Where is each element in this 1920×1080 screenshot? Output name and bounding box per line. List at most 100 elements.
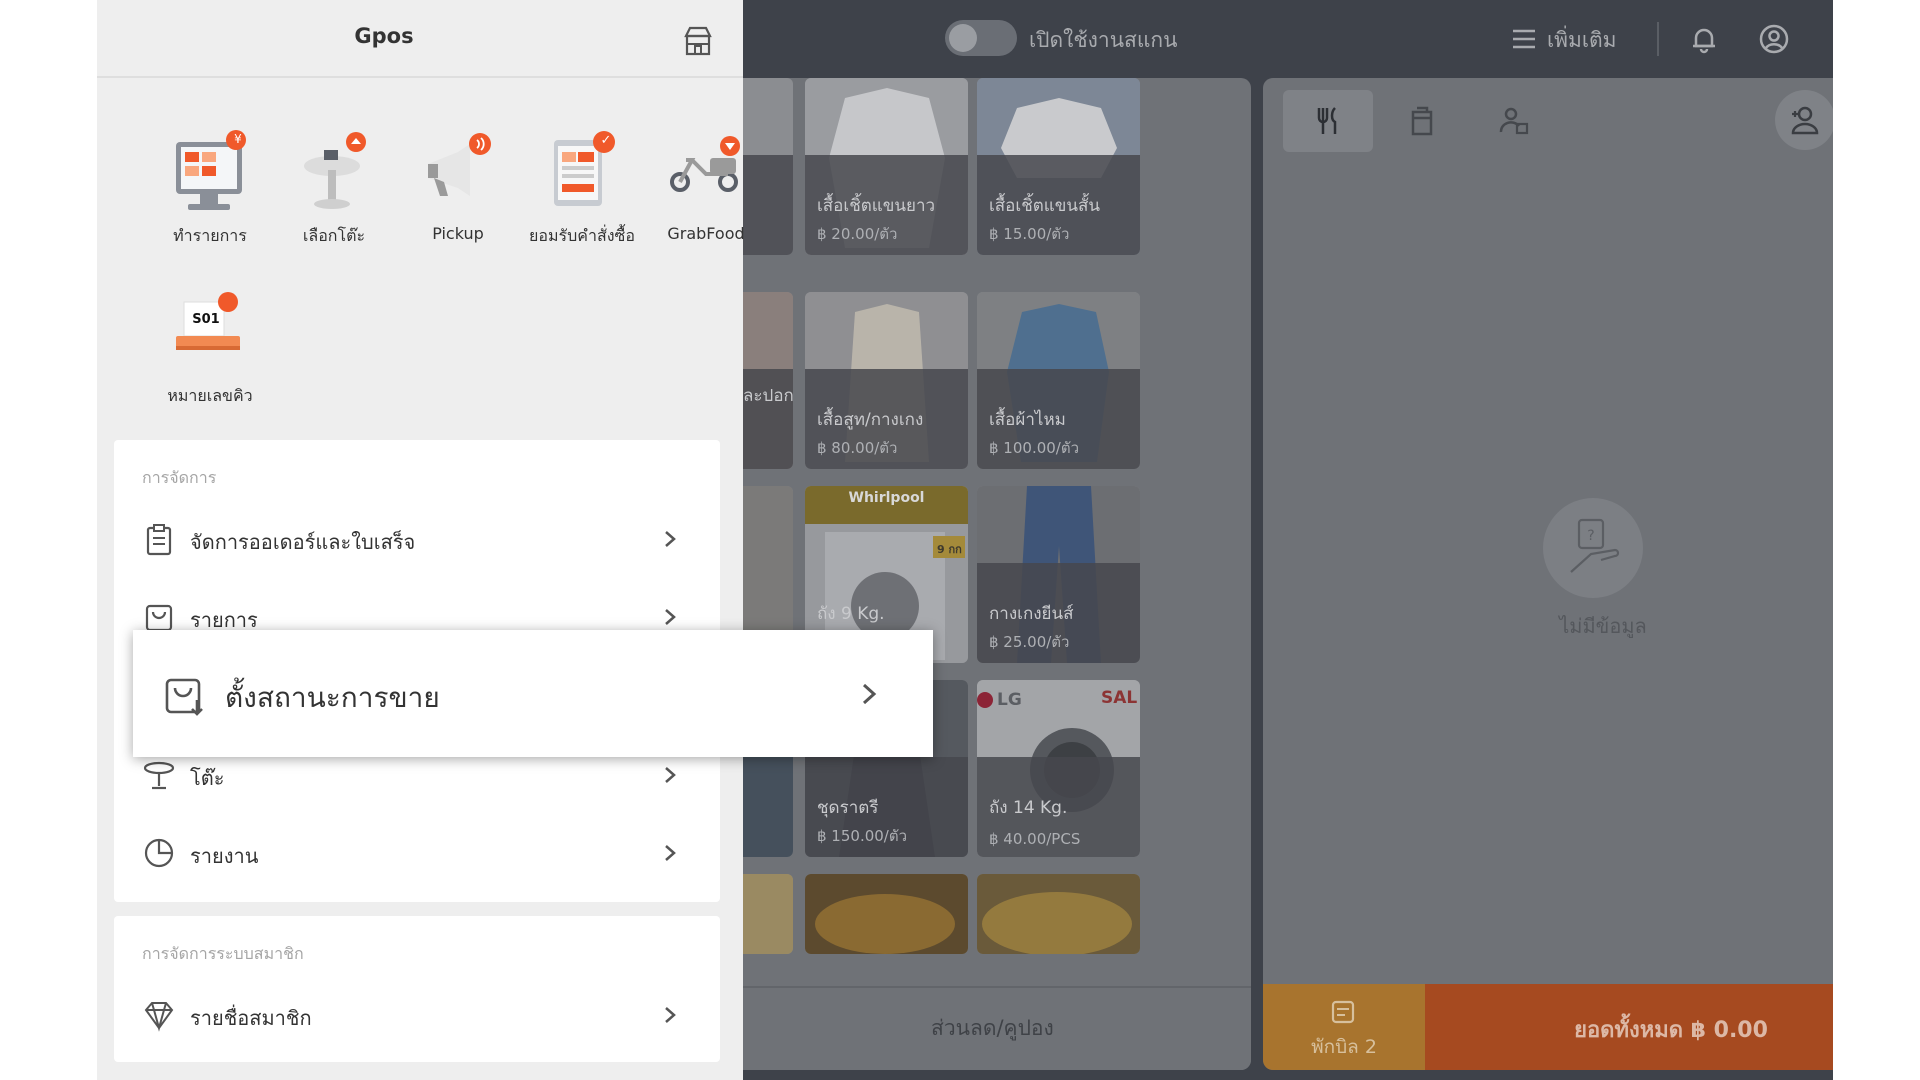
total-label: ยอดทั้งหมด ฿ 0.00 <box>1574 1018 1768 1043</box>
drawer-title: Gpos <box>354 24 414 48</box>
menu-item-label: ตั้งสถานะการขาย <box>225 681 440 714</box>
product-card[interactable] <box>743 874 793 954</box>
tab-dine-in[interactable] <box>1283 90 1373 152</box>
app-make-order[interactable]: ¥ ทำรายการ <box>148 130 272 260</box>
account-icon[interactable] <box>1757 22 1791 56</box>
product-price: ฿ 80.00/ตัว <box>817 439 898 457</box>
product-card[interactable]: LG SAL ถัง 14 Kg. ฿ 40.00/PCS <box>977 680 1140 857</box>
product-catalog: เสื้อเชิ้ตแขนยาว ฿ 20.00/ตัว เสื้อเชิ้ตแ… <box>743 78 1251 1070</box>
queue-ticket-icon <box>176 292 240 350</box>
app-pickup[interactable]: Pickup <box>396 130 520 260</box>
drawer-header: Gpos <box>97 0 743 78</box>
app-badge: ✓ <box>600 133 612 148</box>
app-label: เลือกโต๊ะ <box>302 226 366 245</box>
food-image <box>743 874 793 954</box>
app-accept-orders[interactable]: ✓ ยอมรับคำสั่งซื้อ <box>520 130 644 260</box>
chevron-right-icon <box>665 609 676 625</box>
shop-icon[interactable] <box>681 24 715 58</box>
section-title: การจัดการ <box>142 468 217 487</box>
product-price: ฿ 150.00/ตัว <box>817 827 908 845</box>
bell-icon[interactable] <box>1687 22 1721 56</box>
table-icon <box>143 761 175 790</box>
product-card[interactable]: เสื้อสูท/กางเกง ฿ 80.00/ตัว <box>805 292 968 469</box>
product-price: ฿ 25.00/ตัว <box>989 633 1070 651</box>
empty-hand-icon: ? <box>1570 518 1620 573</box>
coupon-button[interactable]: ส่วนลด/คูปอง <box>931 1012 1054 1045</box>
add-customer-button[interactable] <box>1775 90 1833 150</box>
utensils-icon <box>1317 107 1337 134</box>
topbar-divider <box>1657 22 1659 56</box>
menu-item-member-list[interactable]: รายชื่อสมาชิก <box>114 978 720 1052</box>
menu-item-label: รายชื่อสมาชิก <box>190 1006 312 1030</box>
sales-status-icon <box>165 678 203 716</box>
diamond-icon <box>144 1002 174 1032</box>
scan-toggle-label: เปิดใช้งานสแกน <box>1029 28 1178 52</box>
tab-takeaway[interactable] <box>1377 90 1467 152</box>
product-name: เสื้อเชิ้ตแขนยาว <box>817 196 936 216</box>
menu-item-sales-status[interactable]: ตั้งสถานะการขาย <box>133 630 933 757</box>
app-label: ยอมรับคำสั่งซื้อ <box>528 226 635 245</box>
product-name: เสื้อเชิ้ตแขนสั้น <box>989 196 1100 216</box>
product-card[interactable]: ละปอก <box>743 292 793 469</box>
menu-item-label: โต๊ะ <box>190 766 225 790</box>
empty-state-label: ไม่มีข้อมูล <box>1559 614 1647 638</box>
clipboard-icon <box>146 524 172 556</box>
app-label: หมายเลขคิว <box>167 386 253 405</box>
tab-delivery[interactable] <box>1469 90 1559 152</box>
user-lock-icon <box>1499 107 1529 135</box>
product-name: ถัง 14 Kg. <box>989 798 1068 818</box>
table-icon <box>304 132 366 209</box>
chevron-right-icon <box>862 683 877 705</box>
product-card[interactable]: เสื้อเชิ้ตแขนสั้น ฿ 15.00/ตัว <box>977 78 1140 255</box>
food-image <box>805 874 968 954</box>
sale-label: SAL <box>1101 688 1138 708</box>
product-card[interactable]: เสื้อผ้าไหม ฿ 100.00/ตัว <box>977 292 1140 469</box>
app-label: Pickup <box>432 224 484 243</box>
product-price: ฿ 100.00/ตัว <box>989 439 1080 457</box>
capacity-label: 9 กก <box>937 543 962 556</box>
svg-text:?: ? <box>1587 528 1594 544</box>
product-card[interactable]: เสื้อเชิ้ตแขนยาว ฿ 20.00/ตัว <box>805 78 968 255</box>
app-label: ทำรายการ <box>173 226 247 245</box>
scan-toggle[interactable] <box>945 20 1017 56</box>
brand-label: LG <box>997 690 1022 710</box>
bill-icon <box>1331 1000 1355 1024</box>
app-badge: ¥ <box>234 132 242 146</box>
menu-icon[interactable] <box>1507 22 1541 56</box>
product-name: กางเกงยีนส์ <box>989 604 1074 624</box>
top-bar <box>743 0 1833 78</box>
bag-icon <box>1411 106 1433 136</box>
hold-bill-button[interactable]: พักบิล 2 <box>1263 984 1425 1070</box>
product-price: ฿ 20.00/ตัว <box>817 225 898 243</box>
shopping-bag-icon <box>145 604 173 632</box>
product-name: ชุดราตรี <box>817 798 879 818</box>
product-price: ฿ 15.00/ตัว <box>989 225 1070 243</box>
chevron-right-icon <box>665 845 676 861</box>
ticket-label: S01 <box>192 312 220 327</box>
more-button[interactable]: เพิ่มเติม <box>1547 24 1617 57</box>
product-card[interactable] <box>805 874 968 954</box>
product-name: เสื้อผ้าไหม <box>989 410 1066 430</box>
menu-item-label: รายงาน <box>190 844 259 868</box>
product-name: เสื้อสูท/กางเกง <box>817 410 924 430</box>
chevron-right-icon <box>665 1007 676 1023</box>
product-price: ฿ 40.00/PCS <box>989 830 1081 848</box>
app-window: เปิดใช้งานสแกน เพิ่มเติม เสื้อเชิ้ตแขนยา… <box>97 0 1833 1080</box>
product-card[interactable]: กางเกงยีนส์ ฿ 25.00/ตัว <box>977 486 1140 663</box>
chevron-right-icon <box>665 767 676 783</box>
product-name: ถัง 9 Kg. <box>817 604 885 624</box>
section-title: การจัดการระบบสมาชิก <box>142 944 304 963</box>
app-label: GrabFood <box>667 224 745 243</box>
brand-label: Whirlpool <box>848 490 925 506</box>
menu-item-orders-receipts[interactable]: จัดการออเดอร์และใบเสร็จ <box>114 502 720 576</box>
checkout-button[interactable]: ยอดทั้งหมด ฿ 0.00 <box>1425 984 1833 1070</box>
app-queue-number[interactable]: S01 หมายเลขคิว <box>148 290 272 420</box>
app-grabfood[interactable]: GrabFood <box>644 130 768 260</box>
scooter-icon <box>670 136 740 192</box>
chevron-right-icon <box>665 531 676 547</box>
product-name: ละปอก <box>743 386 793 406</box>
menu-item-reports[interactable]: รายงาน <box>114 816 720 890</box>
product-card[interactable] <box>977 874 1140 954</box>
food-image <box>977 874 1140 954</box>
app-select-table[interactable]: เลือกโต๊ะ <box>272 130 396 260</box>
